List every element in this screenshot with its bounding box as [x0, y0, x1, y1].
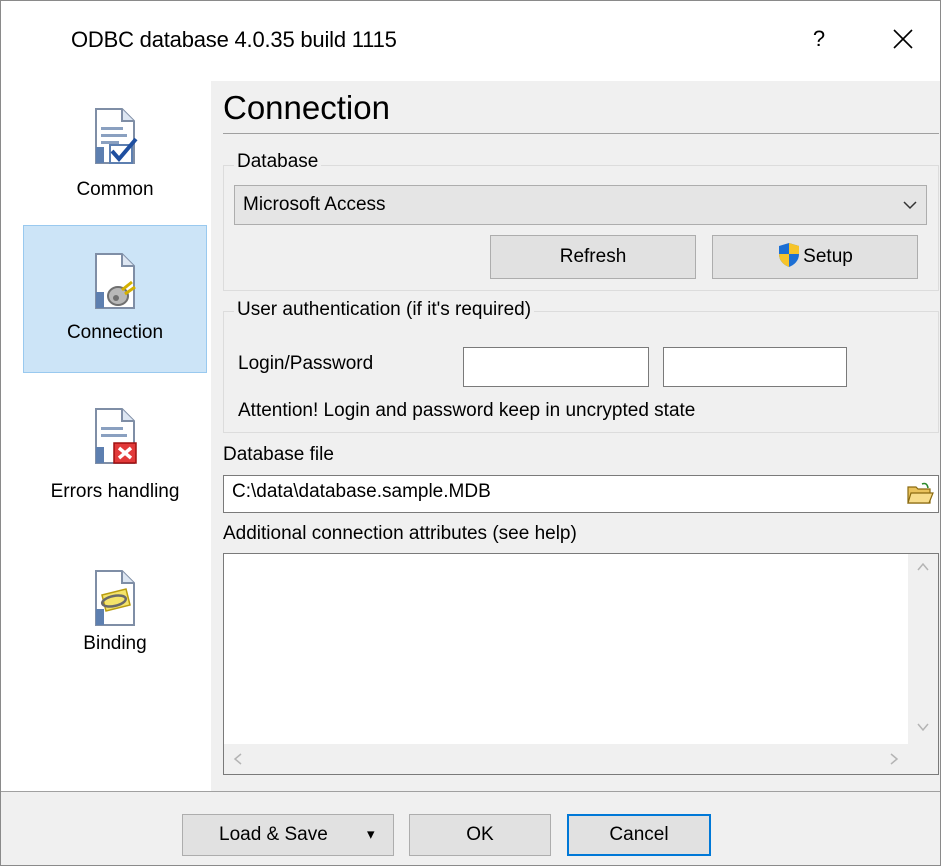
scroll-right-icon[interactable] [888, 752, 900, 771]
help-button[interactable]: ? [801, 21, 837, 57]
sidebar-item-label: Connection [66, 322, 164, 343]
sidebar-item-errors-handling[interactable]: Errors handling [23, 397, 207, 545]
sidebar-item-label: Common [76, 179, 154, 200]
folder-open-icon [907, 482, 934, 504]
close-icon [893, 29, 913, 49]
sidebar: Common Connection Errors handling Bindin… [1, 81, 211, 791]
sidebar-item-label: Errors handling [50, 481, 180, 502]
refresh-button[interactable]: Refresh [490, 235, 696, 279]
vertical-scrollbar[interactable] [908, 554, 938, 744]
window-title: ODBC database 4.0.35 build 1115 [71, 27, 397, 52]
scrollbar-corner [908, 744, 938, 774]
load-save-button[interactable]: Load & Save ▾ [182, 814, 394, 856]
title-bar: ODBC database 4.0.35 build 1115 ? [1, 1, 940, 81]
scroll-left-icon[interactable] [232, 752, 244, 771]
sidebar-item-connection[interactable]: Connection [23, 225, 207, 373]
attributes-textarea[interactable] [223, 553, 939, 775]
horizontal-scrollbar[interactable] [224, 744, 908, 774]
setup-button[interactable]: Setup [712, 235, 918, 279]
content-panel: Connection Database Microsoft Access Ref… [211, 81, 940, 791]
browse-folder-button[interactable] [906, 480, 934, 508]
document-check-icon [95, 108, 138, 164]
database-file-input[interactable]: C:\data\database.sample.MDB [223, 475, 939, 513]
database-select[interactable]: Microsoft Access [234, 185, 927, 225]
credentials-notice: Attention! Login and password keep in un… [238, 400, 696, 421]
sidebar-item-binding[interactable]: Binding [23, 549, 207, 697]
dropdown-arrow-icon[interactable]: ▾ [367, 815, 375, 855]
database-group-label: Database [234, 151, 322, 173]
database-file-label: Database file [223, 444, 334, 465]
sidebar-item-label: Binding [83, 633, 147, 654]
shield-icon [779, 242, 800, 267]
footer-divider [1, 791, 940, 792]
login-password-label: Login/Password [238, 353, 374, 374]
login-input[interactable] [463, 347, 649, 387]
close-button[interactable] [881, 21, 925, 57]
chevron-down-icon [902, 186, 918, 239]
cancel-button[interactable]: Cancel [567, 814, 711, 856]
document-error-icon [95, 408, 137, 464]
page-title: Connection [223, 89, 390, 126]
scroll-up-icon[interactable] [916, 560, 930, 578]
ok-button[interactable]: OK [409, 814, 551, 856]
scroll-down-icon[interactable] [916, 720, 930, 738]
password-input[interactable] [663, 347, 847, 387]
dialog-window: ODBC database 4.0.35 build 1115 ? Common [0, 0, 941, 866]
sidebar-item-common[interactable]: Common [23, 91, 207, 239]
setup-button-label: Setup [803, 246, 853, 267]
heading-divider [223, 133, 939, 134]
document-plug-icon [95, 253, 136, 309]
attributes-label: Additional connection attributes (see he… [223, 523, 577, 544]
database-select-value: Microsoft Access [243, 194, 386, 215]
auth-group-label: User authentication (if it's required) [234, 299, 535, 321]
database-file-value: C:\data\database.sample.MDB [232, 481, 491, 502]
load-save-label: Load & Save [219, 824, 328, 845]
document-clip-icon [95, 570, 135, 626]
